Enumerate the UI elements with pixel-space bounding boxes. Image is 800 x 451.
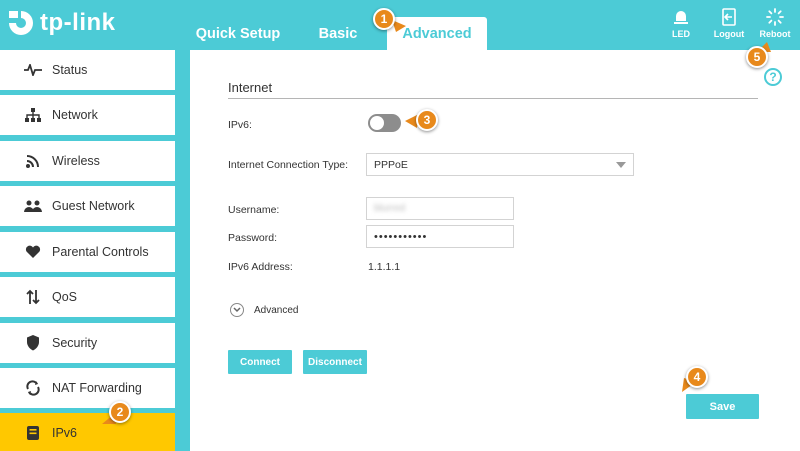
sidebar-item-label: Status — [52, 63, 88, 77]
connection-type-label: Internet Connection Type: — [228, 159, 349, 171]
heart-icon — [22, 244, 44, 260]
password-label: Password: — [228, 232, 278, 244]
network-icon — [22, 107, 44, 123]
logout-icon — [722, 8, 736, 26]
advanced-expander[interactable]: Advanced — [230, 303, 298, 317]
advanced-label: Advanced — [254, 304, 299, 316]
reboot-label: Reboot — [759, 29, 791, 39]
chevron-down-icon — [616, 162, 626, 168]
callout-2: 2 — [109, 401, 131, 423]
sidebar-item-qos[interactable]: QoS — [0, 277, 175, 317]
sidebar-item-status[interactable]: Status — [0, 50, 175, 90]
sidebar-item-nat-forwarding[interactable]: NAT Forwarding — [0, 368, 175, 408]
callout-3: 3 — [416, 109, 438, 131]
username-value: blurred — [374, 203, 406, 214]
qos-arrows-icon — [22, 289, 44, 305]
tab-quick-setup[interactable]: Quick Setup — [190, 17, 286, 50]
password-field[interactable]: ••••••••••• — [366, 225, 514, 248]
toggle-knob — [370, 116, 384, 130]
reboot-icon — [766, 8, 784, 26]
logout-label: Logout — [713, 29, 745, 39]
callout-5: 5 — [746, 46, 768, 68]
connect-button[interactable]: Connect — [228, 350, 292, 374]
sidebar: Status Network Wireless Guest Network Pa… — [0, 50, 186, 451]
logout-button[interactable]: Logout — [709, 8, 749, 39]
sidebar-item-network[interactable]: Network — [0, 95, 175, 135]
sidebar-item-label: Security — [52, 336, 98, 350]
save-button[interactable]: Save — [686, 394, 759, 419]
reboot-button[interactable]: Reboot — [755, 8, 795, 39]
ipv6-address-label: IPv6 Address: — [228, 261, 293, 273]
nat-arrows-icon — [22, 380, 44, 396]
sidebar-item-security[interactable]: Security — [0, 323, 175, 363]
led-label: LED — [672, 29, 690, 39]
pulse-icon — [22, 62, 44, 78]
ipv6-icon — [22, 425, 44, 441]
sidebar-item-label: NAT Forwarding — [52, 381, 142, 395]
sidebar-item-label: IPv6 — [52, 426, 78, 440]
username-field[interactable]: blurred — [366, 197, 514, 220]
tab-basic[interactable]: Basic — [308, 17, 368, 50]
ipv6-toggle[interactable] — [368, 114, 401, 132]
main-panel: Internet ? IPv6: Internet Connection Typ… — [190, 50, 800, 451]
sidebar-item-wireless[interactable]: Wireless — [0, 141, 175, 181]
brand-name: tp-link — [40, 9, 116, 36]
sidebar-item-ipv6[interactable]: IPv6 — [0, 413, 175, 451]
chevron-down-icon — [230, 303, 244, 317]
tp-link-logo[interactable]: tp-link — [6, 8, 116, 38]
connection-type-select[interactable]: PPPoE — [366, 153, 634, 176]
led-bulb-icon — [674, 11, 688, 24]
callout-4: 4 — [686, 366, 708, 388]
section-title: Internet — [228, 80, 273, 95]
tp-link-logo-icon — [9, 11, 33, 35]
shield-icon — [22, 335, 44, 351]
wifi-icon — [22, 153, 44, 169]
sidebar-item-label: Network — [52, 108, 98, 122]
ipv6-address-value: 1.1.1.1 — [368, 261, 401, 273]
disconnect-button[interactable]: Disconnect — [303, 350, 367, 374]
connection-type-value: PPPoE — [374, 158, 408, 171]
guest-icon — [22, 198, 44, 214]
sidebar-item-label: Wireless — [52, 154, 100, 168]
sidebar-item-label: QoS — [52, 290, 78, 304]
password-value: ••••••••••• — [374, 230, 428, 243]
sidebar-item-label: Guest Network — [52, 199, 135, 213]
username-label: Username: — [228, 204, 280, 216]
led-button[interactable]: LED — [661, 8, 701, 39]
callout-1: 1 — [373, 8, 395, 30]
sidebar-item-guest-network[interactable]: Guest Network — [0, 186, 175, 226]
sidebar-item-label: Parental Controls — [52, 245, 149, 259]
section-divider — [228, 98, 758, 99]
help-icon[interactable]: ? — [764, 68, 782, 86]
ipv6-label: IPv6: — [228, 119, 252, 131]
sidebar-item-parental-controls[interactable]: Parental Controls — [0, 232, 175, 272]
